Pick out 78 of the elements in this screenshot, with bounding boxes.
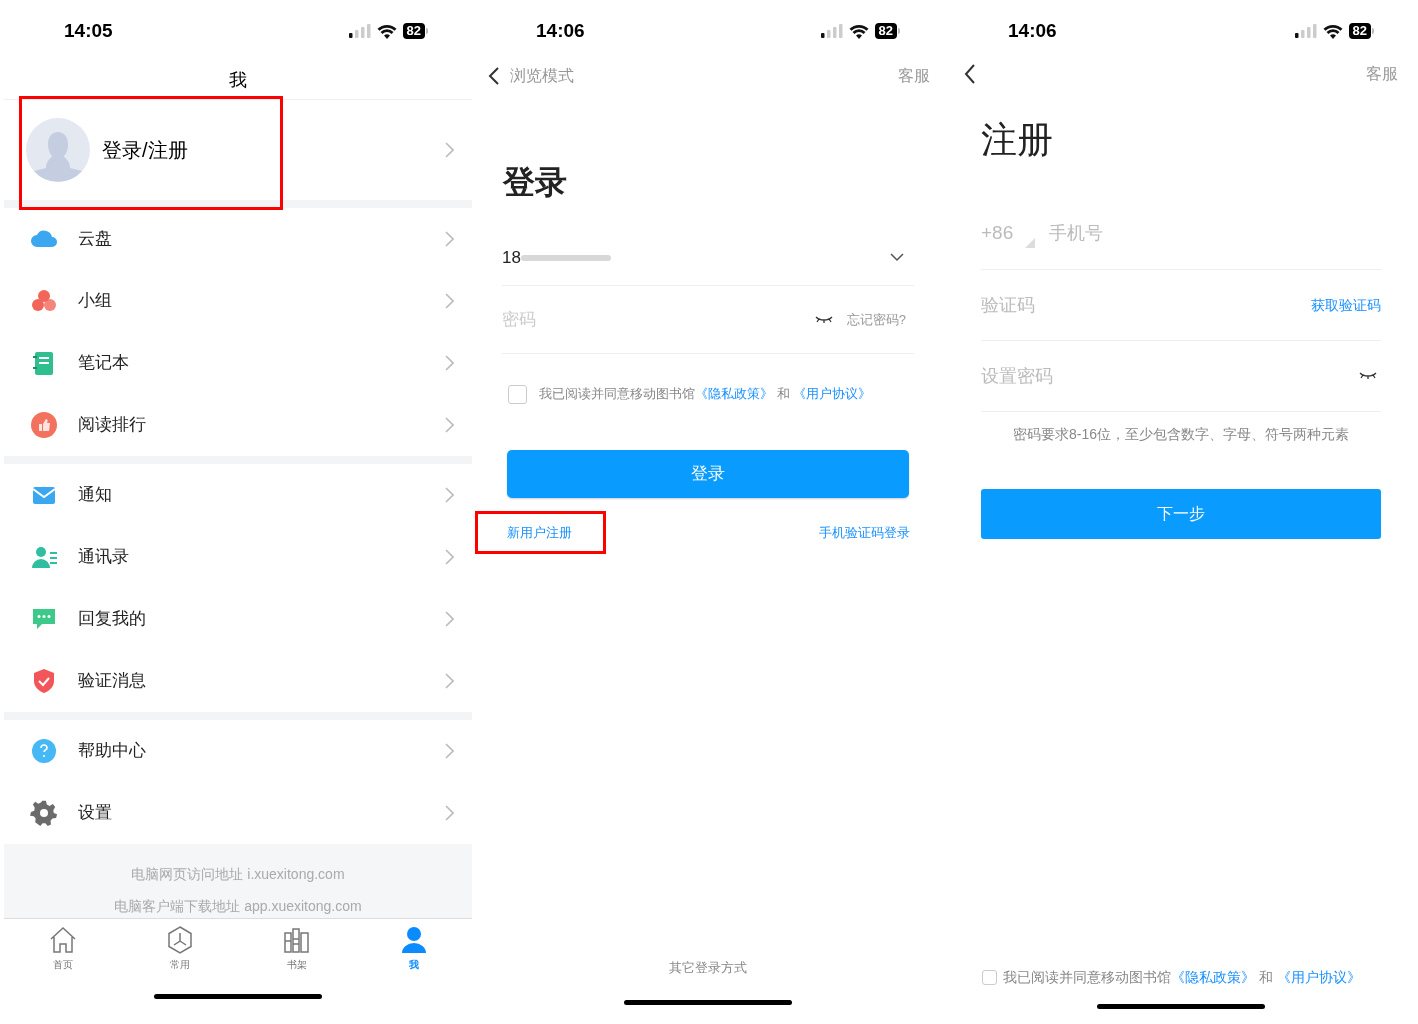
eye-closed-icon[interactable] — [1359, 371, 1377, 381]
set-password-field[interactable]: 设置密码 — [981, 362, 1359, 390]
page-title: 我 — [229, 69, 247, 92]
password-hint: 密码要求8-16位，至少包含数字、字母、符号两种元素 — [1012, 425, 1350, 444]
tab-bar-item[interactable]: 书架 — [238, 919, 355, 978]
tab-bar-item[interactable]: 我 — [355, 919, 472, 978]
customer-service-link[interactable]: 客服 — [1366, 62, 1398, 86]
tab-bar-item[interactable]: 常用 — [121, 919, 238, 978]
help-icon — [30, 737, 58, 765]
back-button[interactable]: 浏览模式 — [488, 64, 574, 88]
menu-item[interactable]: 通讯录 — [4, 526, 472, 588]
chevron-right-icon — [444, 293, 454, 309]
user-agreement-link[interactable]: 《用户协议》 — [793, 386, 872, 402]
chevron-right-icon — [444, 549, 454, 565]
footer-address-text: 电脑网页访问地址 i.xuexitong.com — [131, 865, 345, 884]
next-step-button[interactable]: 下一步 — [981, 489, 1381, 539]
account-field[interactable]: 18 — [502, 230, 914, 286]
other-login-methods-link[interactable]: 其它登录方式 — [669, 958, 747, 998]
forgot-password-link[interactable]: 忘记密码? — [846, 309, 906, 330]
agreement-checkbox[interactable] — [982, 969, 997, 985]
avatar-icon — [26, 118, 90, 182]
status-time: 14:06 — [536, 18, 585, 43]
chevron-right-icon — [444, 142, 454, 158]
agreement-text: 我已阅读并同意移动图书馆《隐私政策》 和 《用户协议》 — [539, 385, 872, 404]
battery-level: 82 — [874, 23, 897, 39]
customer-service-link[interactable]: 客服 — [898, 64, 930, 88]
settings-icon — [30, 799, 58, 827]
status-time: 14:05 — [64, 18, 113, 43]
eye-closed-icon[interactable] — [814, 314, 833, 325]
signal-icon — [1294, 24, 1317, 38]
sms-login-link[interactable]: 手机验证码登录 — [819, 523, 910, 543]
chevron-right-icon — [444, 673, 454, 689]
status-time: 14:06 — [1008, 18, 1057, 43]
phone-number-field[interactable]: 手机号 — [1049, 220, 1381, 247]
menu-item[interactable]: 阅读排行 — [4, 394, 472, 456]
login-title: 登录 — [501, 163, 568, 202]
chevron-right-icon — [444, 417, 454, 433]
wifi-icon — [376, 23, 397, 39]
login-register-label: 登录/注册 — [102, 138, 189, 163]
chevron-right-icon — [444, 743, 454, 759]
get-code-button[interactable]: 获取验证码 — [1311, 294, 1381, 316]
menu-item[interactable]: 设置 — [4, 782, 472, 844]
wifi-icon — [1322, 23, 1343, 39]
login-register-row[interactable]: 登录/注册 — [4, 100, 472, 200]
wifi-icon — [848, 23, 869, 39]
back-button[interactable] — [964, 62, 978, 86]
thumbs-up-icon — [30, 411, 58, 439]
menu-item[interactable]: 验证消息 — [4, 650, 472, 712]
new-user-register-link[interactable]: 新用户注册 — [507, 523, 572, 543]
privacy-policy-link[interactable]: 《隐私政策》 — [695, 386, 773, 402]
signal-icon — [348, 24, 371, 38]
dropdown-chevron-icon — [890, 253, 904, 262]
privacy-policy-link[interactable]: 《隐私政策》 — [1171, 968, 1255, 985]
agreement-checkbox[interactable] — [508, 384, 527, 404]
chevron-right-icon — [444, 805, 454, 821]
menu-item[interactable]: 小组 — [4, 270, 472, 332]
menu-item[interactable]: 笔记本 — [4, 332, 472, 394]
user-agreement-link[interactable]: 《用户协议》 — [1276, 968, 1361, 985]
chevron-right-icon — [444, 231, 454, 247]
menu-item[interactable]: 回复我的 — [4, 588, 472, 650]
menu-item[interactable]: 云盘 — [4, 208, 472, 270]
signal-icon — [820, 24, 843, 38]
menu-item[interactable]: 帮助中心 — [4, 720, 472, 782]
bookshelf-icon — [281, 925, 312, 955]
login-button[interactable]: 登录 — [507, 450, 909, 498]
tab-bar-item[interactable]: 首页 — [4, 919, 121, 978]
menu-item[interactable]: 通知 — [4, 464, 472, 526]
register-title: 注册 — [980, 118, 1054, 162]
chevron-right-icon — [444, 487, 454, 503]
battery-level: 82 — [402, 23, 425, 39]
chevron-right-icon — [444, 611, 454, 627]
agreement-text: 我已阅读并同意移动图书馆《隐私政策》 和 《用户协议》 — [1003, 967, 1361, 987]
back-chevron-icon — [488, 66, 500, 86]
verification-code-field[interactable]: 验证码 — [981, 291, 1311, 319]
chevron-right-icon — [444, 355, 454, 371]
dropdown-triangle-icon — [1025, 237, 1036, 248]
battery-level: 82 — [1348, 23, 1371, 39]
footer-address-text: 电脑客户端下载地址 app.xuexitong.com — [114, 897, 362, 916]
